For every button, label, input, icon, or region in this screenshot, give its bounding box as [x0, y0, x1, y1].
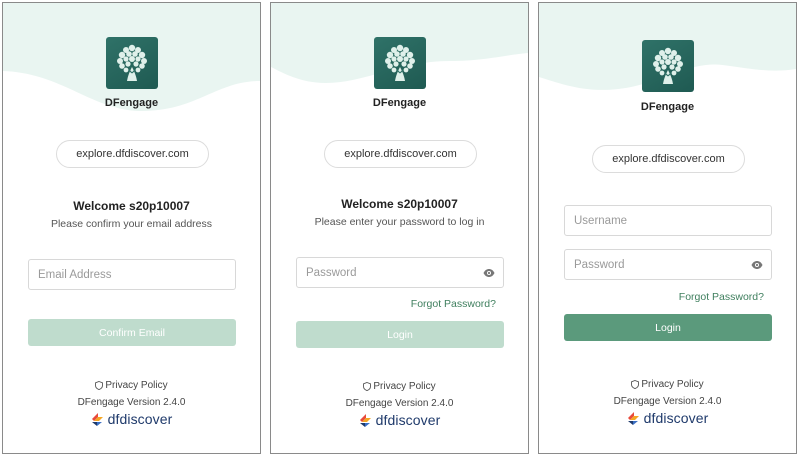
email-field-wrapper: [28, 259, 236, 290]
tree-icon: [385, 44, 415, 81]
password-input[interactable]: [565, 250, 771, 279]
login-button[interactable]: Login: [296, 321, 504, 348]
version-text: DFengage Version 2.4.0: [77, 397, 186, 408]
dfdiscover-brand: dfdiscover: [271, 412, 528, 428]
brand-name: dfdiscover: [375, 412, 441, 428]
email-input[interactable]: [29, 260, 235, 289]
forgot-password-link[interactable]: Forgot Password?: [411, 298, 496, 310]
welcome-heading: Welcome s20p10007: [341, 197, 458, 211]
dfdiscover-mark-icon: [91, 412, 103, 426]
brand-name: dfdiscover: [107, 411, 173, 427]
privacy-policy-link[interactable]: Privacy Policy: [539, 379, 796, 390]
shield-icon: [631, 380, 640, 389]
welcome-heading: Welcome s20p10007: [73, 199, 190, 213]
app-name: DFengage: [104, 97, 159, 109]
privacy-policy-label: Privacy Policy: [641, 379, 704, 390]
shield-icon: [95, 381, 104, 390]
eye-icon[interactable]: [751, 260, 763, 270]
privacy-policy-link[interactable]: Privacy Policy: [3, 380, 260, 391]
privacy-policy-label: Privacy Policy: [105, 380, 168, 391]
confirm-email-button[interactable]: Confirm Email: [28, 319, 236, 346]
login-button[interactable]: Login: [564, 314, 772, 341]
welcome-subtext: Please confirm your email address: [50, 218, 213, 230]
app-name: DFengage: [640, 101, 695, 113]
username-login-screen: DFengage explore.dfdiscover.com Forgot P…: [538, 2, 797, 454]
password-field-wrapper: [296, 257, 504, 288]
server-pill[interactable]: explore.dfdiscover.com: [592, 145, 745, 173]
privacy-policy-label: Privacy Policy: [373, 381, 436, 392]
confirm-email-screen: DFengage explore.dfdiscover.com Welcome …: [2, 2, 261, 454]
app-logo: [642, 40, 694, 92]
brand-name: dfdiscover: [643, 410, 709, 426]
version-text: DFengage Version 2.4.0: [613, 396, 722, 407]
app-logo: [374, 37, 426, 89]
tree-icon: [653, 47, 683, 84]
dfdiscover-mark-icon: [627, 411, 639, 425]
dfdiscover-mark-icon: [359, 413, 371, 427]
username-field-wrapper: [564, 205, 772, 236]
password-input[interactable]: [297, 258, 503, 287]
password-login-screen: DFengage explore.dfdiscover.com Welcome …: [270, 2, 529, 454]
version-text: DFengage Version 2.4.0: [345, 398, 454, 409]
password-field-wrapper: [564, 249, 772, 280]
dfdiscover-brand: dfdiscover: [3, 411, 260, 427]
server-pill[interactable]: explore.dfdiscover.com: [324, 140, 477, 168]
dfdiscover-brand: dfdiscover: [539, 410, 796, 426]
server-pill[interactable]: explore.dfdiscover.com: [56, 140, 209, 168]
welcome-subtext: Please enter your password to log in: [314, 216, 485, 228]
shield-icon: [363, 382, 372, 391]
forgot-password-link[interactable]: Forgot Password?: [679, 291, 764, 303]
app-logo: [106, 37, 158, 89]
username-input[interactable]: [565, 206, 771, 235]
app-name: DFengage: [372, 97, 427, 109]
eye-icon[interactable]: [483, 268, 495, 278]
tree-icon: [117, 44, 147, 81]
privacy-policy-link[interactable]: Privacy Policy: [271, 381, 528, 392]
